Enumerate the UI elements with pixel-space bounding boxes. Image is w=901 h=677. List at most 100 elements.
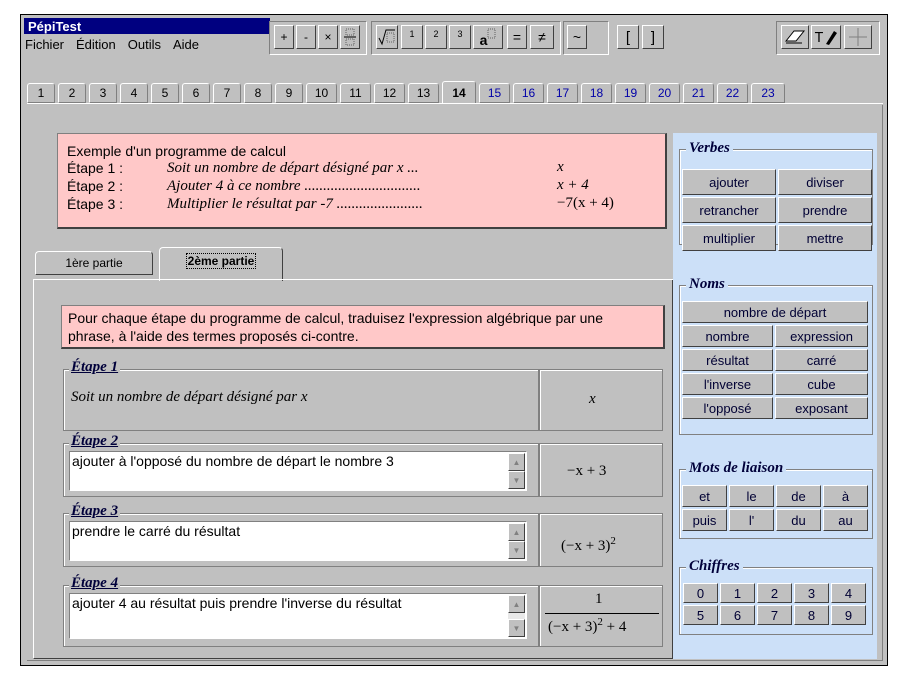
word-button[interactable]: ajouter <box>682 169 776 195</box>
power2-button[interactable]: 2 <box>425 25 447 49</box>
minus-button[interactable]: - <box>296 25 316 49</box>
tab-9[interactable]: 9 <box>275 83 303 103</box>
word-button[interactable]: 4 <box>831 583 866 603</box>
menu-outils[interactable]: Outils <box>128 37 161 55</box>
word-button[interactable]: de <box>776 485 821 507</box>
word-button[interactable]: l'opposé <box>682 397 773 419</box>
word-button[interactable]: le <box>729 485 774 507</box>
tab-18[interactable]: 18 <box>581 83 612 103</box>
tab-11[interactable]: 11 <box>340 83 371 103</box>
plus-button[interactable]: + <box>274 25 294 49</box>
tab-21[interactable]: 21 <box>683 83 714 103</box>
tab-6[interactable]: 6 <box>182 83 210 103</box>
power-a-button[interactable]: a <box>473 25 503 49</box>
scroll-up-icon[interactable]: ▲ <box>508 595 525 613</box>
word-nombre-de-depart[interactable]: nombre de départ <box>682 301 868 323</box>
right-bracket-button[interactable]: ] <box>642 25 664 49</box>
step-4-scrollbar[interactable]: ▲ ▼ <box>508 595 525 637</box>
fraction-button[interactable] <box>340 25 360 49</box>
word-button[interactable]: 1 <box>720 583 755 603</box>
tab-14[interactable]: 14 <box>442 81 476 103</box>
word-button[interactable]: 6 <box>720 605 755 625</box>
crosshair-button[interactable] <box>844 25 872 49</box>
word-button[interactable]: résultat <box>682 349 773 371</box>
word-button[interactable]: retrancher <box>682 197 776 223</box>
subtab-part-2[interactable]: 2ème partie <box>159 247 283 281</box>
tab-10[interactable]: 10 <box>306 83 337 103</box>
sqrt-button[interactable] <box>376 25 398 49</box>
word-button[interactable]: à <box>823 485 868 507</box>
approx-button[interactable]: ~ <box>567 25 587 49</box>
word-button[interactable]: 9 <box>831 605 866 625</box>
word-button[interactable]: 8 <box>794 605 829 625</box>
scroll-down-icon[interactable]: ▼ <box>508 619 525 637</box>
word-button[interactable]: carré <box>775 349 868 371</box>
text-pen-button[interactable]: T <box>811 25 841 49</box>
power1-button[interactable]: 1 <box>401 25 423 49</box>
word-button[interactable]: cube <box>775 373 868 395</box>
tab-20[interactable]: 20 <box>649 83 680 103</box>
word-button[interactable]: l' <box>729 509 774 531</box>
tab-5[interactable]: 5 <box>151 83 179 103</box>
tab-4[interactable]: 4 <box>120 83 148 103</box>
word-button[interactable]: au <box>823 509 868 531</box>
step-4-title: Étape 4 <box>69 575 121 592</box>
step-4-denominator: (−x + 3)2 + 4 <box>548 616 626 636</box>
power-a-label: a <box>479 32 488 48</box>
left-bracket-button[interactable]: [ <box>617 25 639 49</box>
word-button[interactable]: du <box>776 509 821 531</box>
tab-8[interactable]: 8 <box>244 83 272 103</box>
word-button[interactable]: 0 <box>683 583 718 603</box>
step-3-expr: (−x + 3)2 <box>561 535 616 555</box>
tab-15[interactable]: 15 <box>479 83 510 103</box>
word-button[interactable]: puis <box>682 509 727 531</box>
power3-button[interactable]: 3 <box>449 25 471 49</box>
tab-1[interactable]: 1 <box>27 83 55 103</box>
scroll-up-icon[interactable]: ▲ <box>508 453 525 471</box>
eraser-button[interactable] <box>781 25 809 49</box>
step-2-input[interactable]: ajouter à l'opposé du nombre de départ l… <box>69 451 527 491</box>
tab-19[interactable]: 19 <box>615 83 646 103</box>
step-3-input[interactable]: prendre le carré du résultat ▲ ▼ <box>69 521 527 561</box>
tab-16[interactable]: 16 <box>513 83 544 103</box>
word-button[interactable]: 7 <box>757 605 792 625</box>
word-button[interactable]: prendre <box>778 197 872 223</box>
tab-7[interactable]: 7 <box>213 83 241 103</box>
step-4-input[interactable]: ajouter 4 au résultat puis prendre l'inv… <box>69 593 527 639</box>
word-button[interactable]: 2 <box>757 583 792 603</box>
noms-grid: nombre expression résultat carré l'inverse cu… <box>682 325 872 419</box>
step-2-title: Étape 2 <box>69 433 121 450</box>
word-button[interactable]: nombre <box>682 325 773 347</box>
tab-12[interactable]: 12 <box>374 83 405 103</box>
tab-23[interactable]: 23 <box>751 83 785 103</box>
menu-fichier[interactable]: Fichier <box>25 37 64 55</box>
word-button[interactable]: exposant <box>775 397 868 419</box>
tab-13[interactable]: 13 <box>408 83 439 103</box>
tab-17[interactable]: 17 <box>547 83 578 103</box>
subtab-part-1[interactable]: 1ère partie <box>35 251 153 275</box>
menu-edition[interactable]: Édition <box>76 37 116 55</box>
step-2-scrollbar[interactable]: ▲ ▼ <box>508 453 525 489</box>
not-equal-button[interactable]: ≠ <box>530 25 554 49</box>
scroll-down-icon[interactable]: ▼ <box>508 471 525 489</box>
word-button[interactable]: expression <box>775 325 868 347</box>
scroll-up-icon[interactable]: ▲ <box>508 523 525 541</box>
word-button[interactable]: 5 <box>683 605 718 625</box>
tab-2[interactable]: 2 <box>58 83 86 103</box>
times-button[interactable]: × <box>318 25 338 49</box>
word-button[interactable]: l'inverse <box>682 373 773 395</box>
word-button[interactable]: mettre <box>778 225 872 251</box>
tab-22[interactable]: 22 <box>717 83 748 103</box>
equals-button[interactable]: = <box>507 25 527 49</box>
word-button[interactable]: et <box>682 485 727 507</box>
menu-aide[interactable]: Aide <box>173 37 199 55</box>
scroll-down-icon[interactable]: ▼ <box>508 541 525 559</box>
word-button[interactable]: 3 <box>794 583 829 603</box>
step-3-title: Étape 3 <box>69 503 121 520</box>
step-1-text: Soit un nombre de départ désigné par x <box>71 389 308 405</box>
step-3-scrollbar[interactable]: ▲ ▼ <box>508 523 525 559</box>
tab-3[interactable]: 3 <box>89 83 117 103</box>
word-button[interactable]: multiplier <box>682 225 776 251</box>
word-button[interactable]: diviser <box>778 169 872 195</box>
example-title: Exemple d'un programme de calcul <box>67 143 287 159</box>
